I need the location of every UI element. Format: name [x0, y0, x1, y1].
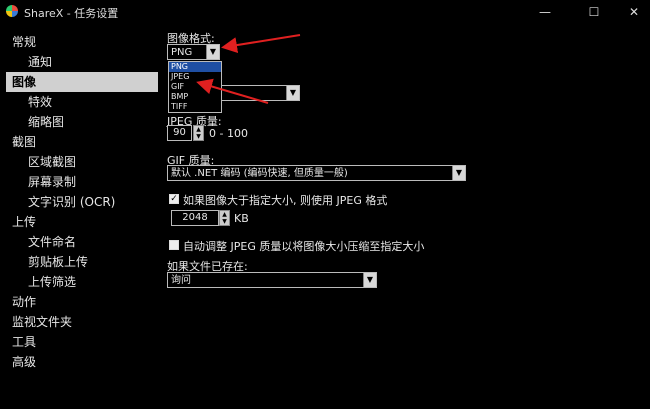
sidebar-item[interactable]: 通知 [0, 52, 155, 72]
file-exists-value: 询问 [171, 275, 191, 286]
hidden-setting-select[interactable]: ▼ [221, 85, 300, 101]
size-unit-label: KB [234, 212, 249, 225]
sidebar-item[interactable]: 文件命名 [0, 232, 155, 252]
format-option[interactable]: PNG [169, 62, 221, 72]
image-format-dropdown-list: PNG JPEG GIF BMP TIFF [168, 61, 222, 113]
gif-quality-select[interactable]: 默认 .NET 编码 (编码快速, 但质量一般) ▼ [167, 165, 466, 181]
window-title: ShareX - 任务设置 [24, 7, 119, 20]
chevron-down-icon[interactable]: ▼ [452, 166, 465, 180]
minimize-button[interactable]: — [530, 2, 560, 22]
jpeg-quality-stepper[interactable]: ▲ ▼ [193, 125, 204, 141]
image-format-select[interactable]: PNG ▼ [167, 44, 220, 60]
sidebar-item[interactable]: 缩略图 [0, 112, 155, 132]
title-bar: ShareX - 任务设置 — ☐ ✕ [0, 0, 650, 24]
size-limit-label: 如果图像大于指定大小, 则使用 JPEG 格式 [183, 194, 388, 207]
maximize-button[interactable]: ☐ [579, 2, 609, 22]
image-format-value: PNG [171, 47, 193, 58]
chevron-down-icon[interactable]: ▼ [206, 45, 219, 59]
sidebar-item[interactable]: 上传筛选 [0, 272, 155, 292]
format-option[interactable]: GIF [169, 82, 221, 92]
sidebar-item[interactable]: 文字识别 (OCR) [0, 192, 155, 212]
sidebar-item[interactable]: 监视文件夹 [0, 312, 155, 332]
sidebar-item[interactable]: 高级 [0, 352, 155, 372]
size-limit-stepper[interactable]: ▲ ▼ [219, 210, 230, 226]
size-limit-checkbox[interactable]: ✓ [169, 194, 179, 204]
sidebar-item[interactable]: 区域截图 [0, 152, 155, 172]
red-arrow-1 [221, 34, 301, 54]
file-exists-select[interactable]: 询问 ▼ [167, 272, 377, 288]
close-button[interactable]: ✕ [619, 2, 649, 22]
sidebar-item[interactable]: 图像 [6, 72, 158, 92]
format-option[interactable]: BMP [169, 92, 221, 102]
sidebar-item[interactable]: 特效 [0, 92, 155, 112]
sidebar-item[interactable]: 剪贴板上传 [0, 252, 155, 272]
settings-sidebar: 常规 通知 图像 特效 缩略图 截图 区域截图 屏幕录制 文字识别 (OCR) 上传 文件命名 剪贴板… [0, 32, 158, 372]
auto-resize-checkbox[interactable] [169, 240, 179, 250]
sidebar-item[interactable]: 动作 [0, 292, 155, 312]
sidebar-item[interactable]: 屏幕录制 [0, 172, 155, 192]
sidebar-item[interactable]: 工具 [0, 332, 155, 352]
sidebar-item[interactable]: 上传 [0, 212, 155, 232]
sidebar-item[interactable]: 截图 [0, 132, 155, 152]
chevron-down-icon[interactable]: ▼ [286, 86, 299, 100]
format-option[interactable]: TIFF [169, 102, 221, 112]
gif-quality-value: 默认 .NET 编码 (编码快速, 但质量一般) [171, 168, 348, 179]
sharex-app-icon [6, 5, 18, 17]
chevron-down-icon[interactable]: ▼ [363, 273, 376, 287]
size-limit-input[interactable]: 2048 [171, 210, 219, 226]
jpeg-quality-range: 0 - 100 [209, 127, 248, 140]
sidebar-item[interactable]: 常规 [0, 32, 155, 52]
auto-resize-label: 自动调整 JPEG 质量以将图像大小压缩至指定大小 [183, 240, 425, 253]
jpeg-quality-input[interactable]: 90 [167, 125, 192, 141]
format-option[interactable]: JPEG [169, 72, 221, 82]
